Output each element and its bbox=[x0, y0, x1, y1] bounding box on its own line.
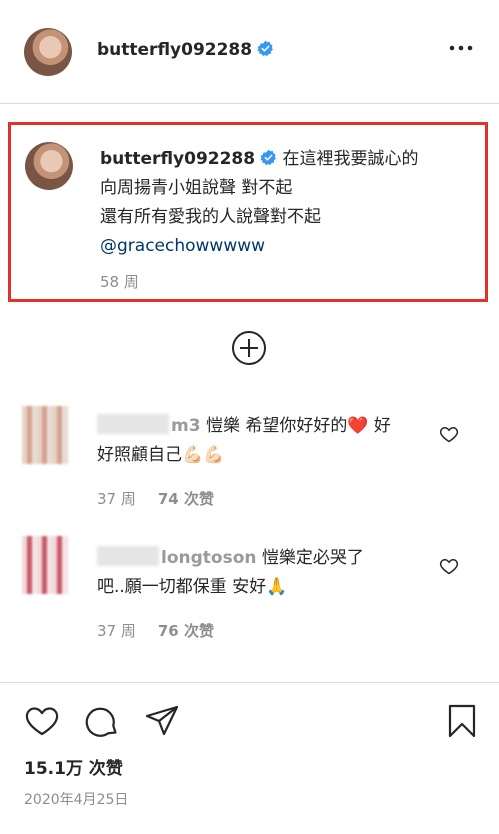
comment-username[interactable]: m3 bbox=[171, 416, 201, 436]
heart-icon[interactable] bbox=[24, 703, 60, 739]
comment-username[interactable]: longtoson bbox=[161, 548, 256, 568]
comment-body-line-1: 愷樂 希望你好好的 bbox=[205, 416, 348, 436]
comment-body-line-2: 好照顧自己 bbox=[97, 445, 182, 465]
comment-like-heart-icon[interactable] bbox=[439, 556, 459, 576]
comment-avatar-blurred[interactable] bbox=[22, 406, 68, 464]
post-date[interactable]: 2020年4月25日 bbox=[24, 789, 128, 809]
caption-highlight-box: butterfly092288 在這裡我要誠心的 向周揚青小姐說聲 對不起 還有… bbox=[8, 122, 488, 302]
post-header: butterfly092288 bbox=[0, 0, 499, 104]
caption-text: butterfly092288 在這裡我要誠心的 向周揚青小姐說聲 對不起 還有… bbox=[100, 145, 480, 261]
folded-hands-emoji: 🙏 bbox=[266, 577, 288, 597]
profile-avatar[interactable] bbox=[24, 28, 72, 76]
comment-body-line-1-end: 好 bbox=[368, 416, 391, 436]
comment-timestamp[interactable]: 37 周 bbox=[97, 622, 136, 640]
comment-avatar-blurred[interactable] bbox=[22, 536, 68, 594]
caption-username[interactable]: butterfly092288 bbox=[100, 149, 255, 169]
blurred-username bbox=[97, 414, 169, 434]
comment-text: longtoson 愷樂定必哭了 吧..願一切都保重 安好🙏 bbox=[97, 544, 417, 602]
post-actions-section: 15.1万 次赞 2020年4月25日 bbox=[0, 682, 499, 834]
comment-timestamp[interactable]: 37 周 bbox=[97, 490, 136, 508]
caption-line-1: 在這裡我要誠心的 bbox=[282, 149, 419, 169]
bookmark-icon[interactable] bbox=[444, 703, 480, 739]
header-username[interactable]: butterfly092288 bbox=[97, 40, 274, 60]
comment-body-line-2: 吧..願一切都保重 安好 bbox=[97, 577, 267, 597]
flexed-biceps-emoji: 💪🏻💪🏻 bbox=[182, 445, 225, 465]
caption-line-2: 向周揚青小姐說聲 對不起 bbox=[100, 178, 293, 198]
comment-like-count[interactable]: 74 次赞 bbox=[158, 490, 214, 508]
caption-mention-link[interactable]: @gracechowwwww bbox=[100, 232, 480, 261]
likes-total[interactable]: 15.1万 次赞 bbox=[24, 754, 123, 779]
caption-avatar[interactable] bbox=[25, 142, 73, 190]
verified-badge-icon bbox=[257, 40, 273, 57]
verified-badge-icon bbox=[260, 149, 276, 166]
plus-circle-icon[interactable] bbox=[231, 330, 267, 366]
comment-icon[interactable] bbox=[84, 703, 120, 739]
comment-body-line-1: 愷樂定必哭了 bbox=[261, 548, 364, 568]
more-options-icon[interactable] bbox=[449, 44, 473, 52]
comment-meta: 37 周 74 次赞 bbox=[97, 488, 214, 509]
comment-meta: 37 周 76 次赞 bbox=[97, 620, 214, 641]
caption-line-3: 還有所有愛我的人說聲對不起 bbox=[100, 207, 321, 227]
header-username-label[interactable]: butterfly092288 bbox=[97, 40, 252, 60]
comment-like-heart-icon[interactable] bbox=[439, 424, 459, 444]
comment-text: m3 愷樂 希望你好好的❤️ 好 好照顧自己💪🏻💪🏻 bbox=[97, 412, 417, 470]
caption-timestamp[interactable]: 58 周 bbox=[100, 271, 139, 292]
blurred-username bbox=[97, 546, 159, 566]
heart-emoji: ❤️ bbox=[347, 416, 369, 436]
share-icon[interactable] bbox=[144, 703, 180, 739]
comment-like-count[interactable]: 76 次赞 bbox=[158, 622, 214, 640]
